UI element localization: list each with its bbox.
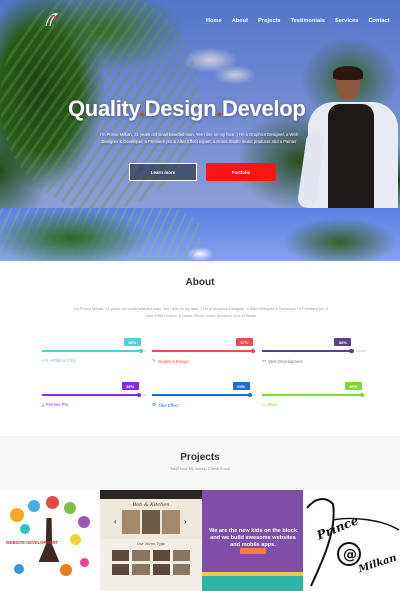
laptop-icon: ▭ [262, 358, 267, 363]
about-title: About [185, 277, 215, 288]
skill-bar: 94% ⚙ After Effect [152, 382, 256, 410]
chevron-left-icon: ‹ [114, 517, 117, 526]
hero-subtitle: I'm Prince Milkan, 21 years old small be… [100, 132, 298, 144]
chevron-right-icon: › [184, 517, 187, 526]
nav-home[interactable]: Home [206, 18, 222, 24]
skill-fill [262, 350, 352, 352]
skill-track [262, 348, 366, 353]
skill-track [42, 392, 146, 397]
projects-subtitle: You'll love My works. Check it out! [169, 466, 231, 471]
code-icon: </> [42, 358, 49, 363]
skill-percent-badge: 95% [123, 338, 141, 346]
skill-percent-badge: 93% [121, 382, 139, 390]
projects-title: Projects [180, 452, 220, 463]
skill-track [152, 348, 256, 353]
project-card-signature[interactable]: Prince @ Milkan [303, 490, 400, 591]
skill-bar: 93% ⤓ Premire Pro [42, 382, 146, 410]
skill-fill [152, 394, 250, 396]
download-icon: ⤓ [42, 402, 44, 407]
project-card-agency[interactable]: We are the new kids on the block and we … [202, 490, 303, 591]
nav-projects[interactable]: Projects [258, 18, 281, 24]
skill-fill [42, 394, 139, 396]
skill-track [152, 392, 256, 397]
nav-testimonials[interactable]: Testimonials [291, 18, 325, 24]
skill-fill [262, 394, 362, 396]
pencil-icon: ✎ [152, 358, 156, 363]
skill-label: Graphics Design [157, 358, 189, 364]
hero-section: Home About Projects Testimonials Service… [0, 0, 400, 208]
main-nav: Home About Projects Testimonials Service… [206, 18, 390, 24]
skill-percent-badge: 97% [235, 338, 253, 346]
skill-bar: 96% ♫ Music [262, 382, 366, 410]
skill-percent-badge: 86% [334, 338, 352, 346]
signature-logo: Prince @ Milkan [306, 498, 400, 587]
skill-fill [152, 350, 253, 352]
hero-title: Quality.Design.Develop [68, 96, 306, 121]
skill-knob [138, 348, 144, 353]
nav-contact[interactable]: Contact [368, 18, 389, 24]
skill-knob [349, 348, 354, 353]
site-logo[interactable] [42, 10, 62, 30]
project-card-web-dev[interactable]: WEBSITE DEVELOPMENT [0, 490, 100, 591]
skill-label: Premire Pro [46, 402, 69, 407]
web-dev-label: WEBSITE DEVELOPMENT [6, 540, 59, 545]
about-text: I'm Prince Milkan, 21 years old small be… [73, 306, 329, 318]
skill-label: HTML & CSS [50, 358, 76, 363]
skill-percent-badge: 96% [344, 382, 362, 390]
skill-label: After Effect [158, 402, 179, 408]
skill-bar: 97% ✎ Graphics Design [152, 338, 256, 366]
skill-track [262, 392, 366, 397]
skill-label: Web Development [268, 358, 303, 364]
skill-knob [359, 392, 365, 397]
learn-more-button[interactable]: Learn more [129, 163, 197, 181]
skill-percent-badge: 94% [232, 382, 250, 390]
skill-bar: 95% </> HTML & CSS [42, 338, 146, 366]
parallax-divider-image [0, 208, 400, 261]
skill-track [42, 348, 146, 353]
svg-text:Prince: Prince [314, 513, 361, 543]
nav-services[interactable]: Services [335, 18, 358, 24]
nav-about[interactable]: About [232, 18, 248, 24]
person-photo [296, 62, 400, 208]
skill-knob [250, 348, 256, 353]
svg-text:Milkan: Milkan [356, 553, 398, 576]
skill-label: Music [267, 402, 279, 407]
skill-fill [42, 350, 141, 352]
skill-knob [136, 392, 142, 397]
project-card-restaurant[interactable]: Bob & Kitchen ‹ › Our Menu Type [100, 490, 202, 591]
portfolio-button[interactable]: Portfolio [206, 163, 276, 181]
skill-knob [247, 392, 253, 397]
music-icon: ♫ [262, 402, 266, 407]
skill-bar: 86% ▭ Web Development [262, 338, 366, 366]
gear-icon: ⚙ [152, 402, 157, 407]
svg-text:@: @ [343, 547, 357, 563]
